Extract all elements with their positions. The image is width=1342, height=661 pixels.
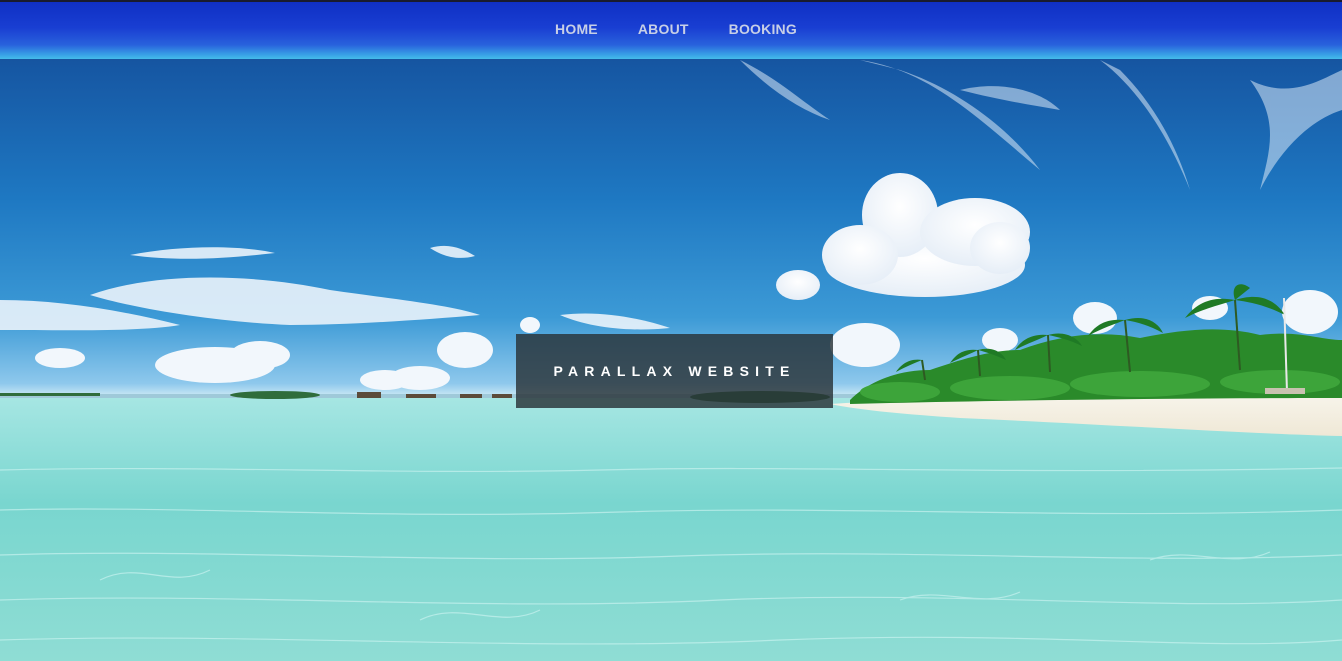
nav-link-booking[interactable]: BOOKING — [729, 21, 797, 37]
beach-scene-illustration — [0, 60, 1342, 661]
nav-link-about[interactable]: ABOUT — [638, 21, 689, 37]
page: HOME ABOUT BOOKING PARALLAX WEBSITE — [0, 0, 1342, 661]
nav-link-home[interactable]: HOME — [555, 21, 598, 37]
hero-caption-text: PARALLAX WEBSITE — [553, 363, 796, 379]
hero-background-image — [0, 0, 1342, 661]
hero-caption-box: PARALLAX WEBSITE — [516, 334, 833, 408]
main-nav: HOME ABOUT BOOKING — [0, 0, 1342, 59]
